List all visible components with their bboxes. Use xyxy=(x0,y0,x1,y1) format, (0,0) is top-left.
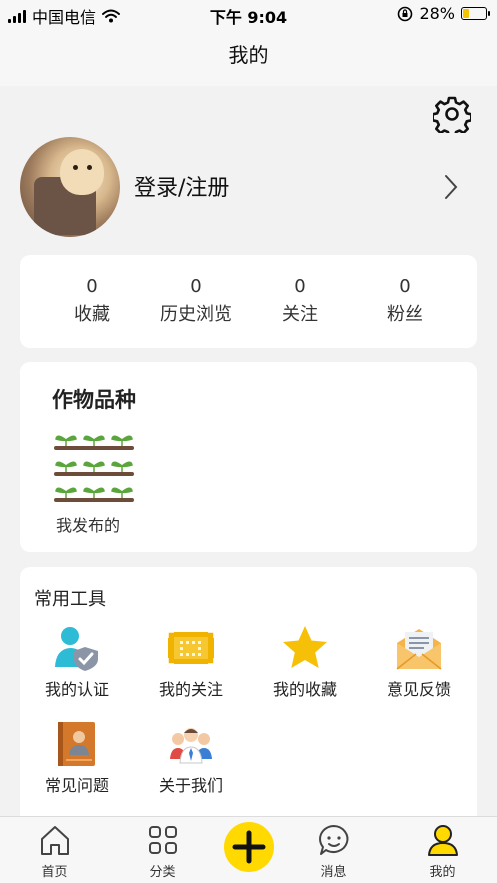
stat-favorites[interactable]: 0 收藏 xyxy=(37,275,147,329)
seedlings-icon[interactable] xyxy=(54,426,138,502)
stat-fans[interactable]: 0 粉丝 xyxy=(350,275,460,329)
star-icon xyxy=(283,626,327,668)
tab-label: 分类 xyxy=(149,865,176,880)
stat-value: 0 xyxy=(86,276,98,297)
soil-row xyxy=(54,498,134,502)
my-published-label[interactable]: 我发布的 xyxy=(56,512,120,536)
stat-label: 关注 xyxy=(282,304,318,325)
status-right: 28% xyxy=(397,4,490,23)
stat-history[interactable]: 0 历史浏览 xyxy=(141,275,251,329)
tab-category[interactable]: 分类 xyxy=(113,823,212,880)
tab-mine[interactable]: 我的 xyxy=(393,823,492,880)
stat-following[interactable]: 0 关注 xyxy=(245,275,355,329)
login-register-link[interactable]: 登录/注册 xyxy=(134,170,229,202)
stat-value: 0 xyxy=(190,276,202,297)
question-book-icon xyxy=(58,722,95,766)
tool-label: 意见反馈 xyxy=(386,680,451,699)
plus-icon xyxy=(232,830,266,864)
tools-section-title: 常用工具 xyxy=(34,589,106,610)
grid-icon xyxy=(148,826,177,854)
soil-row xyxy=(54,472,134,476)
tab-label: 消息 xyxy=(320,865,347,880)
sprout xyxy=(83,487,105,498)
tools-card: 常用工具 我的认证 我的关注 我的收藏 意见反馈 常见问题 关于我们 xyxy=(20,567,477,837)
sprout xyxy=(111,435,133,446)
battery-fill xyxy=(463,9,470,18)
tool-my-certification[interactable]: 我的认证 xyxy=(20,623,134,701)
tool-feedback[interactable]: 意见反馈 xyxy=(362,623,476,701)
tool-label: 我的认证 xyxy=(44,680,109,699)
crop-section-title: 作物品种 xyxy=(52,388,136,412)
chat-icon xyxy=(318,825,348,855)
sprout xyxy=(111,461,133,472)
chevron-right-icon[interactable] xyxy=(440,172,462,202)
tool-label: 我的关注 xyxy=(158,680,223,699)
stat-label: 历史浏览 xyxy=(160,304,232,325)
tab-label: 首页 xyxy=(41,865,68,880)
tab-messages[interactable]: 消息 xyxy=(284,823,383,880)
stat-label: 粉丝 xyxy=(387,304,423,325)
tab-label: 我的 xyxy=(429,865,456,880)
avatar[interactable] xyxy=(20,137,120,237)
tool-about-us[interactable]: 关于我们 xyxy=(134,719,248,797)
tool-my-following[interactable]: 我的关注 xyxy=(134,623,248,701)
status-bar: 中国电信 下午 9:04 28% xyxy=(0,0,497,28)
scan-frame-icon xyxy=(167,631,215,665)
sprout xyxy=(111,487,133,498)
sprout xyxy=(55,461,77,472)
avatar-dog xyxy=(60,149,104,195)
stat-value: 0 xyxy=(294,276,306,297)
page-title: 我的 xyxy=(0,28,497,86)
tool-label: 我的收藏 xyxy=(272,680,337,699)
tool-label: 关于我们 xyxy=(158,776,223,795)
crop-variety-card: 作物品种 我发布的 xyxy=(20,362,477,552)
publish-add-button[interactable] xyxy=(224,822,274,872)
sprout xyxy=(55,435,77,446)
battery-icon xyxy=(461,7,490,20)
battery-percent: 28% xyxy=(419,4,455,23)
envelope-icon xyxy=(396,629,442,670)
sprout xyxy=(55,487,77,498)
stat-label: 收藏 xyxy=(74,304,110,325)
tool-label: 常见问题 xyxy=(44,776,109,795)
team-icon xyxy=(170,728,212,764)
stat-value: 0 xyxy=(399,276,411,297)
user-icon xyxy=(427,825,458,856)
sprout xyxy=(83,435,105,446)
stats-card: 0 收藏 0 历史浏览 0 关注 0 粉丝 xyxy=(20,255,477,348)
soil-row xyxy=(54,446,134,450)
tool-faq[interactable]: 常见问题 xyxy=(20,719,134,797)
sprout xyxy=(83,461,105,472)
tab-home[interactable]: 首页 xyxy=(5,823,104,880)
gear-icon[interactable] xyxy=(433,95,471,133)
user-shield-icon xyxy=(55,627,98,671)
home-icon xyxy=(40,826,69,855)
orientation-lock-icon xyxy=(398,6,413,21)
tool-my-favorites[interactable]: 我的收藏 xyxy=(248,623,362,701)
